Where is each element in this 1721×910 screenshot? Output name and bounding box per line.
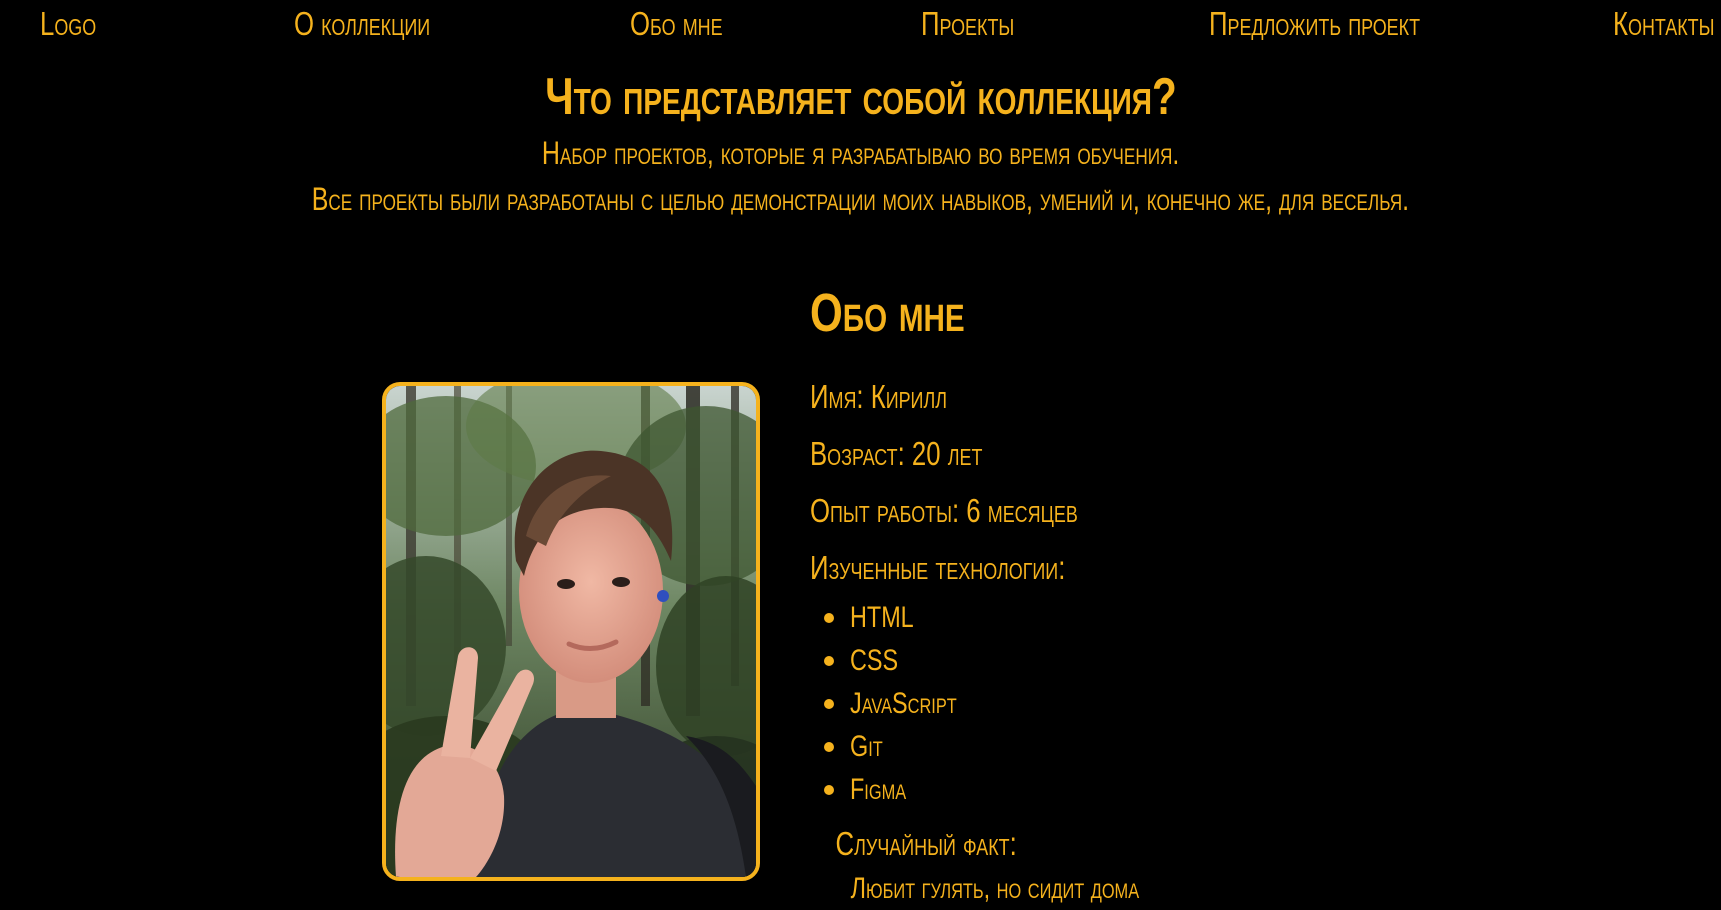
list-item: Figma [810, 768, 1690, 811]
nav-logo-link[interactable]: Logo [40, 4, 112, 44]
bullet-icon [824, 656, 834, 666]
random-fact-text: Любит гулять, но сидит дома [850, 872, 1140, 905]
technology-label: Git [850, 730, 883, 763]
bullet-icon [824, 699, 834, 709]
bullet-icon [824, 613, 834, 623]
profile-photo-illustration [386, 386, 756, 877]
technology-label: HTML [850, 601, 914, 634]
collection-description-line-2: Все проекты были разработаны с целью дем… [0, 176, 1721, 222]
nav-item-suggest-project[interactable]: Предложить проект [1209, 4, 1480, 44]
nav-logo-label: Logo [40, 5, 97, 42]
nav-item-about-label: Обо мне [630, 5, 723, 42]
random-fact: Любит гулять, но сидит дома [810, 869, 1690, 909]
list-item: HTML [810, 596, 1690, 639]
list-item: Git [810, 725, 1690, 768]
profile-photo [382, 382, 760, 881]
nav-item-collection[interactable]: О коллекции [294, 4, 469, 44]
technology-label: JavaScript [850, 687, 957, 720]
nav-item-suggest-project-label: Предложить проект [1209, 5, 1421, 42]
technology-label: Figma [850, 773, 907, 806]
nav-item-collection-label: О коллекции [294, 5, 431, 42]
about-section: Обо мне Имя: Кирилл Возраст: 20 лет Опыт… [810, 278, 1690, 909]
nav-item-projects-label: Проекты [921, 5, 1015, 42]
about-technologies-title: Изученные технологии: [810, 539, 1690, 596]
collection-title: Что представляет собой коллекция? [0, 66, 1721, 128]
collection-section: Что представляет собой коллекция? Набор … [0, 66, 1721, 222]
about-title-text: Обо мне [810, 283, 965, 343]
about-age-text: Возраст: 20 лет [810, 435, 983, 472]
collection-description-line-2-text: Все проекты были разработаны с целью дем… [311, 181, 1410, 217]
collection-description-line-1-text: Набор проектов, которые я разрабатываю в… [541, 135, 1180, 171]
nav-item-projects[interactable]: Проекты [921, 4, 1041, 44]
technologies-list: HTML CSS JavaScript Git Figma [810, 596, 1690, 811]
random-fact-title: Случайный факт: [810, 819, 1690, 869]
bullet-icon [824, 742, 834, 752]
list-item: CSS [810, 639, 1690, 682]
about-title: Обо мне [810, 278, 1690, 368]
collection-title-text: Что представляет собой коллекция? [544, 68, 1177, 126]
about-experience-text: Опыт работы: 6 месяцев [810, 492, 1078, 529]
technology-label: CSS [850, 644, 899, 677]
nav-item-contacts-label: Контакты [1613, 5, 1715, 42]
bullet-icon [824, 785, 834, 795]
about-experience: Опыт работы: 6 месяцев [810, 482, 1690, 539]
nav-item-about[interactable]: Обо мне [630, 4, 749, 44]
about-technologies-title-text: Изученные технологии: [810, 549, 1066, 586]
nav-item-contacts[interactable]: Контакты [1613, 4, 1721, 44]
collection-description-line-1: Набор проектов, которые я разрабатываю в… [0, 130, 1721, 176]
list-item: JavaScript [810, 682, 1690, 725]
about-age: Возраст: 20 лет [810, 425, 1690, 482]
top-navigation: Logo О коллекции Обо мне Проекты Предлож… [0, 0, 1721, 50]
about-name-text: Имя: Кирилл [810, 378, 947, 415]
about-name: Имя: Кирилл [810, 368, 1690, 425]
random-fact-title-text: Случайный факт: [835, 825, 1017, 862]
